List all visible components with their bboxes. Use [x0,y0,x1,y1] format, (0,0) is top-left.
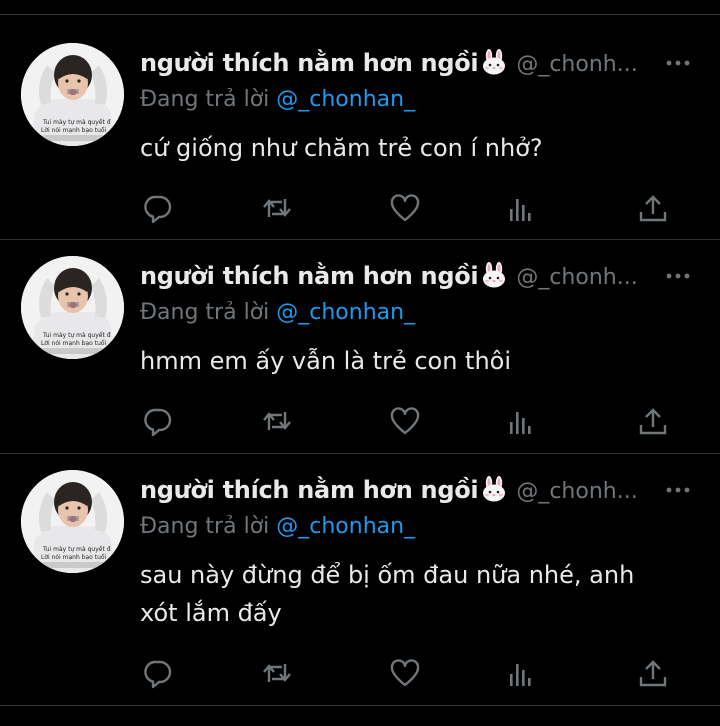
retweet-icon[interactable] [260,191,294,225]
replying-to: Đang trả lời @_chonhan_ [140,514,415,539]
avatar[interactable]: Tui mày tự mà quyết đ Lời nói mạnh bạo t… [21,256,124,359]
share-icon[interactable] [636,191,670,225]
mention-link[interactable]: @_chonhan_ [276,514,415,539]
retweet-icon[interactable] [260,404,294,438]
avatar-caption: Lời nói mạnh bạo tuổi [41,127,107,134]
views-icon[interactable] [502,191,536,225]
retweet-icon[interactable] [260,656,294,690]
mention-link[interactable]: @_chonhan_ [276,87,415,112]
bunny-face-icon [480,262,508,288]
tweet-actions [140,656,680,690]
more-options-icon[interactable] [664,268,694,282]
replying-prefix: Đang trả lời [140,300,270,325]
more-options-icon[interactable] [664,55,694,69]
tweet[interactable]: Tui mày tự mà quyết đ Lời nói mạnh bạo t… [0,15,720,240]
more-options-icon[interactable] [664,482,694,496]
user-handle[interactable]: @_chonh... [516,265,637,290]
bunny-face-icon [480,476,508,502]
tweet-text: sau này đừng để bị ốm đau nữa nhé, anh x… [140,561,635,627]
tweet-text: cứ giống như chăm trẻ con í nhở? [140,134,543,162]
like-icon[interactable] [388,656,422,690]
tweet-header: người thích nằm hơn ngồi @_chonh... [140,476,700,510]
avatar[interactable]: Tui mày tự mà quyết đ Lời nói mạnh bạo t… [21,470,124,573]
like-icon[interactable] [388,191,422,225]
tweet-header: người thích nằm hơn ngồi @_chonh... [140,262,700,296]
avatar-caption: Tui mày tự mà quyết đ [42,546,111,553]
views-icon[interactable] [502,656,536,690]
reply-icon[interactable] [140,656,174,690]
avatar[interactable]: Tui mày tự mà quyết đ Lời nói mạnh bạo t… [21,43,124,146]
tweet-header: người thích nằm hơn ngồi @_chonh... [140,49,700,83]
avatar-caption: Lời nói mạnh bạo tuổi [41,554,107,561]
reply-icon[interactable] [140,191,174,225]
user-handle[interactable]: @_chonh... [516,52,637,77]
reply-feed: Tui mày tự mà quyết đ Lời nói mạnh bạo t… [0,15,720,706]
display-name[interactable]: người thích nằm hơn ngồi [140,262,479,290]
replying-to: Đang trả lời @_chonhan_ [140,87,415,112]
avatar-caption: Lời nói mạnh bạo tuổi [41,340,107,347]
tweet[interactable]: Tui mày tự mà quyết đ Lời nói mạnh bạo t… [0,240,720,454]
tweet-actions [140,404,680,438]
share-icon[interactable] [636,404,670,438]
avatar-caption: Tui mày tự mà quyết đ [42,119,111,126]
replying-to: Đang trả lời @_chonhan_ [140,300,415,325]
tweet-text: hmm em ấy vẫn là trẻ con thôi [140,347,512,375]
display-name[interactable]: người thích nằm hơn ngồi [140,476,479,504]
share-icon[interactable] [636,656,670,690]
user-handle[interactable]: @_chonh... [516,479,637,504]
like-icon[interactable] [388,404,422,438]
replying-prefix: Đang trả lời [140,514,270,539]
display-name[interactable]: người thích nằm hơn ngồi [140,49,479,77]
views-icon[interactable] [502,404,536,438]
mention-link[interactable]: @_chonhan_ [276,300,415,325]
replying-prefix: Đang trả lời [140,87,270,112]
reply-icon[interactable] [140,404,174,438]
avatar-caption: Tui mày tự mà quyết đ [42,332,111,339]
bunny-face-icon [480,49,508,75]
tweet[interactable]: Tui mày tự mà quyết đ Lời nói mạnh bạo t… [0,454,720,706]
tweet-actions [140,191,680,225]
